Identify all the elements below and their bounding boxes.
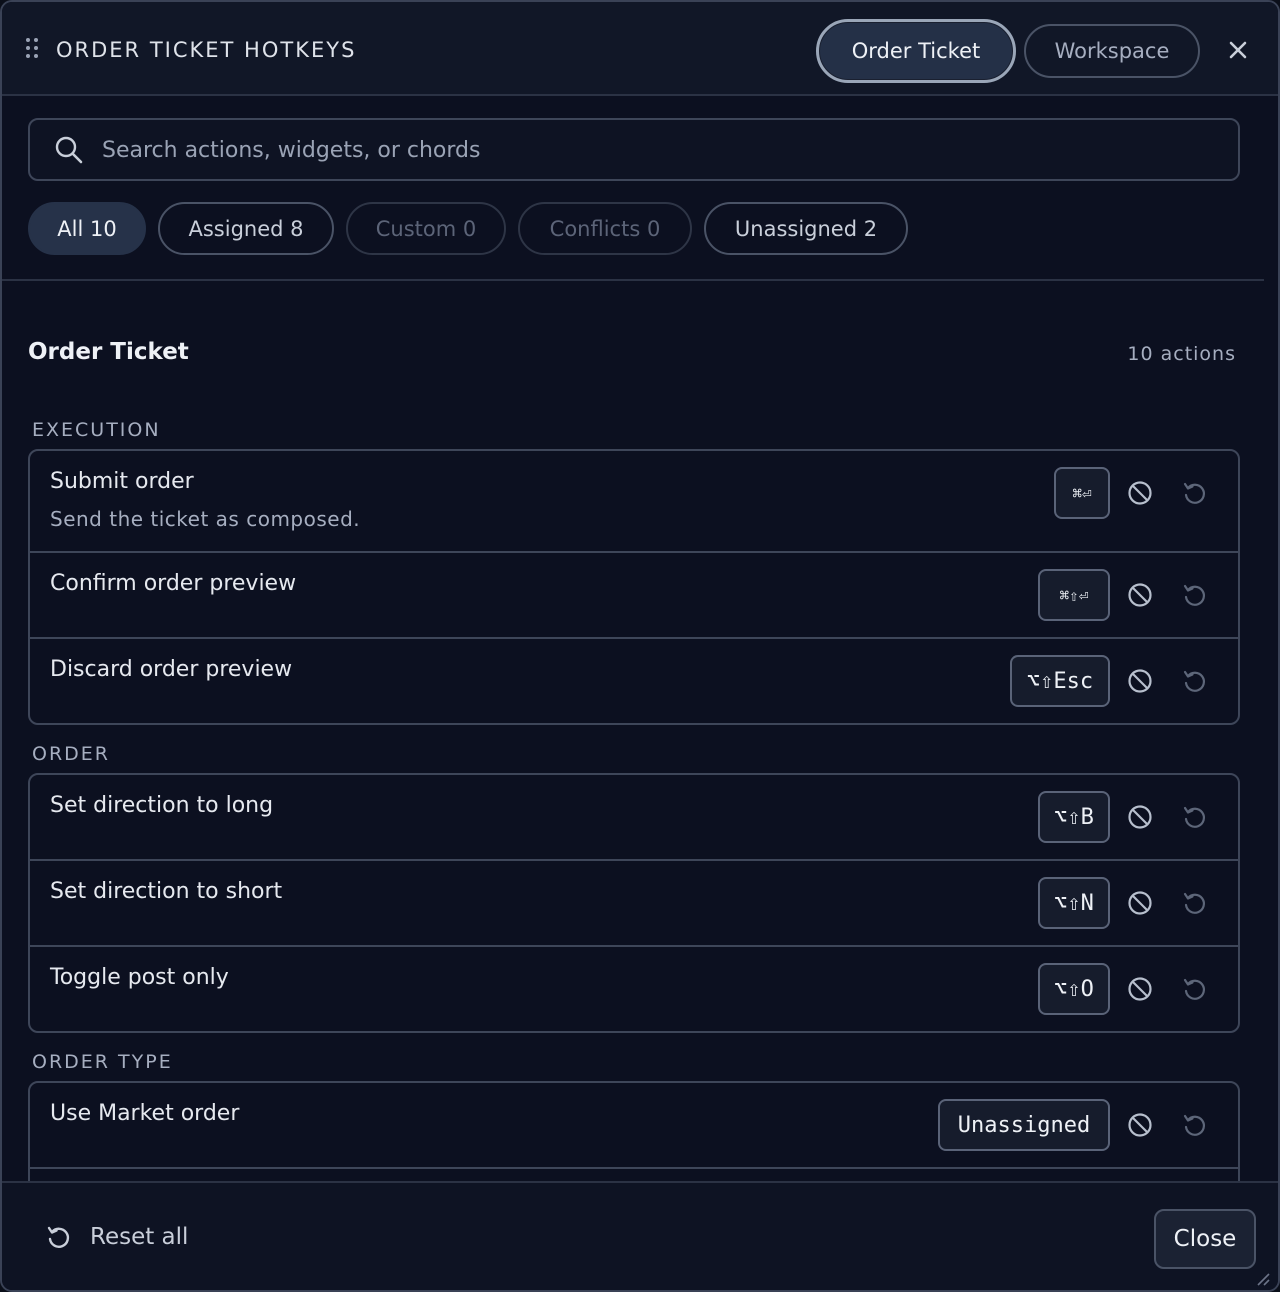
reset-icon[interactable]	[1180, 975, 1208, 1003]
action-row[interactable]: Submit order Send the ticket as composed…	[30, 451, 1238, 553]
action-row[interactable]: Set direction to long ⌥⇧B	[30, 775, 1238, 861]
filter-assigned-chip[interactable]: Assigned 8	[158, 202, 334, 255]
drag-handle-icon[interactable]	[26, 38, 40, 64]
actions-list: Order Ticket 10 actions EXECUTION Submit…	[2, 281, 1278, 1181]
action-row[interactable]: Confirm order preview ⌘⇧⏎	[30, 553, 1238, 639]
action-title: Toggle post only	[50, 965, 229, 990]
action-row[interactable]: Toggle post only ⌥⇧O	[30, 947, 1238, 1031]
chord-badge[interactable]: ⌘⏎	[1054, 467, 1110, 519]
filter-custom-chip[interactable]: Custom 0	[346, 202, 506, 255]
chord-badge[interactable]: ⌥⇧Esc	[1010, 655, 1110, 707]
block-icon[interactable]	[1126, 889, 1154, 917]
filter-all-chip[interactable]: All 10	[28, 202, 146, 255]
block-icon[interactable]	[1126, 479, 1154, 507]
chord-badge[interactable]: ⌥⇧O	[1038, 963, 1110, 1015]
scope-workspace-button[interactable]: Workspace	[1024, 24, 1200, 78]
close-button[interactable]: Close	[1154, 1209, 1256, 1269]
resize-grip-icon[interactable]	[1254, 1270, 1270, 1286]
group-execution: Submit order Send the ticket as composed…	[28, 449, 1240, 725]
section-title: Order Ticket	[28, 339, 189, 365]
panel-footer: Reset all Close	[2, 1181, 1278, 1290]
reset-icon[interactable]	[1180, 1111, 1208, 1139]
reset-icon[interactable]	[1180, 667, 1208, 695]
group-order-type: Use Market order Unassigned	[28, 1081, 1240, 1181]
close-icon[interactable]	[1224, 36, 1252, 64]
action-description: Send the ticket as composed.	[50, 507, 361, 531]
action-row[interactable]: Discard order preview ⌥⇧Esc	[30, 639, 1238, 723]
filter-unassigned-chip[interactable]: Unassigned 2	[704, 202, 908, 255]
block-icon[interactable]	[1126, 975, 1154, 1003]
chord-badge[interactable]: ⌘⇧⏎	[1038, 569, 1110, 621]
block-icon[interactable]	[1126, 1111, 1154, 1139]
reset-all-label: Reset all	[90, 1224, 189, 1250]
action-row[interactable]: Set direction to short ⌥⇧N	[30, 861, 1238, 947]
block-icon[interactable]	[1126, 803, 1154, 831]
action-title: Submit order	[50, 469, 194, 494]
chord-badge[interactable]: ⌥⇧B	[1038, 791, 1110, 843]
search-input[interactable]	[102, 128, 1202, 172]
action-title: Set direction to short	[50, 879, 283, 904]
chord-badge-unassigned[interactable]: Unassigned	[938, 1099, 1110, 1151]
section-count: 10 actions	[1127, 343, 1236, 365]
reset-all-button[interactable]: Reset all	[44, 1223, 188, 1251]
search-box	[28, 118, 1240, 181]
reset-icon[interactable]	[1180, 479, 1208, 507]
panel-title: ORDER TICKET HOTKEYS	[56, 38, 357, 62]
action-title: Set direction to long	[50, 793, 274, 818]
action-title: Confirm order preview	[50, 571, 297, 596]
scope-order-ticket-button[interactable]: Order Ticket	[816, 19, 1016, 83]
panel-header: ORDER TICKET HOTKEYS Order Ticket Worksp…	[2, 2, 1278, 96]
reset-icon[interactable]	[1180, 581, 1208, 609]
reset-icon	[47, 1226, 70, 1248]
hotkeys-panel: ORDER TICKET HOTKEYS Order Ticket Worksp…	[0, 0, 1280, 1292]
block-icon[interactable]	[1126, 667, 1154, 695]
group-label-order: ORDER	[32, 743, 110, 765]
chord-badge[interactable]: ⌥⇧N	[1038, 877, 1110, 929]
group-order: Set direction to long ⌥⇧B Set direction …	[28, 773, 1240, 1033]
reset-icon[interactable]	[1180, 889, 1208, 917]
action-row[interactable]: Use Market order Unassigned	[30, 1083, 1238, 1169]
search-icon	[54, 135, 84, 165]
group-label-order-type: ORDER TYPE	[32, 1051, 173, 1073]
block-icon[interactable]	[1126, 581, 1154, 609]
filter-conflicts-chip[interactable]: Conflicts 0	[518, 202, 692, 255]
action-title: Use Market order	[50, 1101, 240, 1126]
reset-icon[interactable]	[1180, 803, 1208, 831]
group-label-execution: EXECUTION	[32, 419, 161, 441]
action-title: Discard order preview	[50, 657, 293, 682]
